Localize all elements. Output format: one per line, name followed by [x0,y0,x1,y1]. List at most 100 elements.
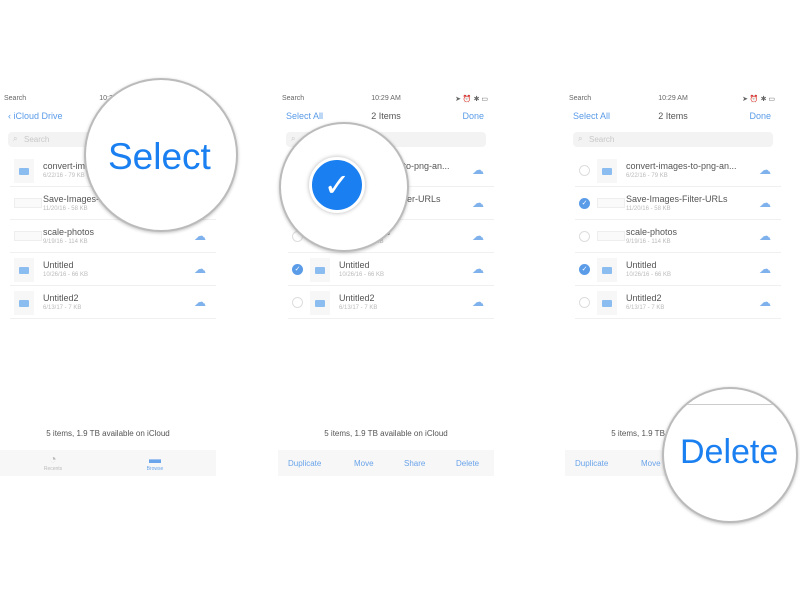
file-row[interactable]: ✓ Untitled 10/26/16 - 66 KB ☁ [288,253,494,286]
folder-thumbnail [597,258,617,282]
file-meta: 10/26/16 - 66 KB [339,272,385,278]
folder-icon [19,267,29,274]
file-meta: 10/26/16 - 66 KB [43,272,89,278]
file-name: convert-images-to-png-an... [626,161,737,171]
file-meta: 11/20/16 - 58 KB [43,206,88,212]
document-thumbnail [14,231,42,241]
cloud-download-icon[interactable]: ☁ [194,229,206,243]
done-button[interactable]: Done [749,111,771,121]
file-row[interactable]: convert-images-to-png-an... 6/22/16 - 79 … [575,154,781,187]
selection-checkbox[interactable]: ✓ [292,264,303,275]
folder-thumbnail [14,258,34,282]
search-icon: ⌕ [13,134,18,143]
storage-status: 5 items, 1.9 TB available on iCloud [324,429,448,438]
duplicate-button[interactable]: Duplicate [288,459,321,468]
duplicate-button[interactable]: Duplicate [575,459,608,468]
document-thumbnail [597,231,625,241]
delete-button-magnified[interactable]: Delete [680,433,778,472]
folder-icon [315,267,325,274]
magnifier-checkbox: ✓ [279,122,409,252]
file-row[interactable]: Untitled 10/26/16 - 66 KB ☁ [10,253,216,286]
file-name: scale-photos [626,227,678,237]
magnified-toolbar-line [664,404,796,405]
folder-icon [602,168,612,175]
cloud-download-icon[interactable]: ☁ [194,295,206,309]
file-meta: 6/13/17 - 7 KB [43,305,82,311]
cloud-download-icon[interactable]: ☁ [194,262,206,276]
cloud-download-icon[interactable]: ☁ [472,229,484,243]
selection-checkbox[interactable] [292,297,303,308]
storage-status: 5 items, 1.9 TB available on iCloud [46,429,170,438]
cloud-download-icon[interactable]: ☁ [759,262,771,276]
folder-icon [315,300,325,307]
folder-icon [19,300,29,307]
cloud-download-icon[interactable]: ☁ [759,196,771,210]
folder-icon [602,300,612,307]
nav-bar: Select All 2 Items Done [278,111,494,127]
cloud-download-icon[interactable]: ☁ [472,196,484,210]
clock-icon: ◔ [49,452,57,466]
checkmark-icon[interactable]: ✓ [309,157,365,213]
folder-thumbnail [14,291,34,315]
magnifier-select: Select [84,78,238,232]
file-row[interactable]: scale-photos 9/19/16 - 114 KB ☁ [575,220,781,253]
status-bar: Search 10:29 AM ➤ ⏰ ✱ ▭ [278,95,494,107]
selection-checkbox[interactable] [579,297,590,308]
tab-browse[interactable]: ▬ Browse [130,452,180,472]
done-button[interactable]: Done [462,111,484,121]
cloud-download-icon[interactable]: ☁ [759,295,771,309]
cloud-download-icon[interactable]: ☁ [472,262,484,276]
move-button[interactable]: Move [641,459,661,468]
file-name: Save-Images-Filter-URLs [626,194,728,204]
file-row[interactable]: Untitled2 6/13/17 - 7 KB ☁ [288,286,494,319]
tab-recents[interactable]: ◔ Recents [28,452,78,472]
file-row[interactable]: Untitled2 6/13/17 - 7 KB ☁ [575,286,781,319]
document-thumbnail [597,198,625,208]
file-meta: 10/26/16 - 66 KB [626,272,672,278]
file-row[interactable]: Untitled2 6/13/17 - 7 KB ☁ [10,286,216,319]
tab-label: Recents [43,466,63,472]
document-thumbnail [14,198,42,208]
folder-icon: ▬ [149,452,161,466]
file-name: Untitled2 [339,293,375,303]
move-button[interactable]: Move [354,459,374,468]
share-button[interactable]: Share [404,459,425,468]
file-row[interactable]: ✓ Untitled 10/26/16 - 66 KB ☁ [575,253,781,286]
cloud-download-icon[interactable]: ☁ [472,163,484,177]
bottom-toolbar: ◔ Recents ▬ Browse [0,450,216,476]
search-input[interactable]: ⌕ Search [573,132,773,147]
file-meta: 6/22/16 - 79 KB [43,173,85,179]
folder-thumbnail [597,159,617,183]
folder-thumbnail [14,159,34,183]
delete-button[interactable]: Delete [456,459,479,468]
cloud-download-icon[interactable]: ☁ [759,163,771,177]
search-icon: ⌕ [578,134,583,143]
bottom-toolbar: Duplicate Move Share Delete [278,450,494,476]
file-name: Untitled [626,260,657,270]
file-name: scale-photos [43,227,95,237]
file-name: Untitled [339,260,370,270]
file-meta: 11/20/16 - 58 KB [626,206,671,212]
cloud-download-icon[interactable]: ☁ [759,229,771,243]
file-meta: 9/19/16 - 114 KB [626,239,671,245]
selection-checkbox[interactable]: ✓ [579,264,590,275]
select-button-magnified[interactable]: Select [108,136,211,178]
magnifier-delete: Delete [662,387,798,523]
file-name: Untitled2 [626,293,662,303]
folder-thumbnail [310,258,330,282]
status-icons: ➤ ⏰ ✱ ▭ [742,96,775,103]
file-name: Untitled2 [43,293,79,303]
selection-checkbox[interactable] [579,231,590,242]
cloud-download-icon[interactable]: ☁ [472,295,484,309]
folder-icon [19,168,29,175]
search-placeholder: Search [24,135,50,144]
file-meta: 6/13/17 - 7 KB [626,305,665,311]
search-placeholder: Search [589,135,615,144]
status-icons: ➤ ⏰ ✱ ▭ [455,96,488,103]
tab-label: Browse [146,466,164,472]
file-row[interactable]: ✓ Save-Images-Filter-URLs 11/20/16 - 58 KB… [575,187,781,220]
selection-checkbox[interactable]: ✓ [579,198,590,209]
folder-thumbnail [310,291,330,315]
selection-checkbox[interactable] [579,165,590,176]
file-meta: 6/13/17 - 7 KB [339,305,378,311]
